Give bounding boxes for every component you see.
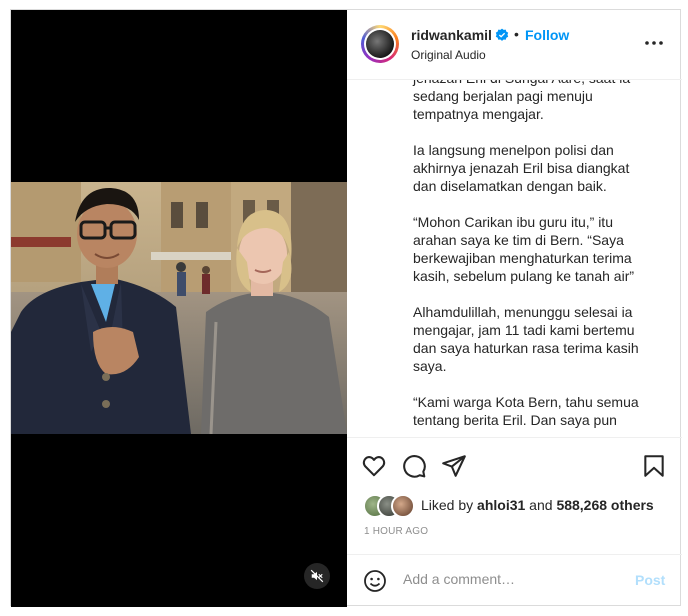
comment-button[interactable] [401, 453, 427, 479]
liker-username[interactable]: ahloi31 [477, 497, 525, 513]
avatar[interactable] [361, 25, 399, 63]
action-bar [347, 450, 682, 484]
likes-others-link[interactable]: 588,268 others [556, 497, 653, 513]
emoji-icon [364, 570, 386, 592]
post-header: ridwankamil • Follow Original Audio [347, 10, 682, 80]
caption-text: jenazah Eril di Sungai Aare, saat ia sed… [413, 80, 653, 437]
follow-button[interactable]: Follow [525, 27, 569, 43]
caption-paragraph: “Kami warga Kota Bern, tahu semua tentan… [413, 394, 639, 428]
share-button[interactable] [441, 453, 467, 479]
caption-paragraph: “Mohon Carikan ibu guru itu,” itu arahan… [413, 214, 635, 284]
comment-input[interactable] [403, 571, 613, 587]
verified-badge-icon [495, 28, 509, 47]
likes-prefix: Liked by [421, 497, 478, 513]
emoji-button[interactable] [363, 569, 387, 593]
likes-text: Liked by ahloi31 and 588,268 others [421, 497, 654, 513]
post-dialog: ridwankamil • Follow Original Audio j [10, 9, 682, 607]
post-comment-button[interactable]: Post [635, 572, 665, 588]
separator-dot: • [514, 26, 519, 42]
more-options-button[interactable] [643, 36, 665, 50]
mute-button[interactable] [304, 563, 330, 589]
audio-label[interactable]: Original Audio [411, 48, 486, 62]
bookmark-icon [644, 455, 664, 477]
heart-icon [362, 456, 386, 477]
comment-icon [403, 455, 426, 478]
caption-paragraph: Ia langsung menelpon polisi dan akhirnya… [413, 142, 630, 194]
save-button[interactable] [641, 453, 667, 479]
caption-scroll-area[interactable]: jenazah Eril di Sungai Aare, saat ia sed… [347, 80, 682, 438]
caption-paragraph: Alhamdulillah, menunggu selesai ia menga… [413, 304, 639, 374]
likes-conjunction: and [525, 497, 557, 513]
post-video[interactable] [11, 10, 347, 607]
post-photo [11, 182, 347, 434]
caption-paragraph: jenazah Eril di Sungai Aare, saat ia sed… [413, 80, 630, 122]
more-options-icon [645, 41, 663, 45]
share-icon [442, 455, 466, 477]
avatar-image [366, 30, 394, 58]
like-button[interactable] [361, 453, 387, 479]
comment-bar: Post [347, 554, 682, 607]
muted-audio-icon [310, 569, 324, 583]
post-timestamp[interactable]: 1 HOUR AGO [364, 526, 428, 537]
liker-avatar[interactable] [391, 494, 415, 518]
likes-summary: Liked by ahloi31 and 588,268 others [363, 494, 673, 518]
avatar-frame [364, 28, 396, 60]
post-side-panel: ridwankamil • Follow Original Audio j [347, 10, 682, 607]
username-link[interactable]: ridwankamil [411, 27, 492, 43]
